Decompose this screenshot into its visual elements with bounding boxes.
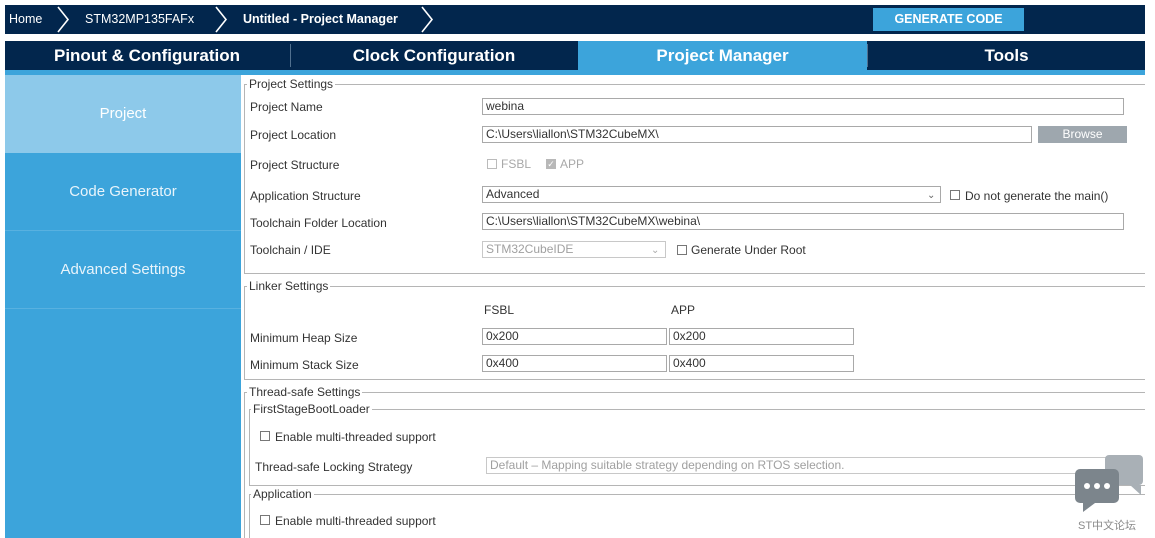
group-border [244,273,1145,274]
sidebar-divider [5,308,241,309]
group-border [244,392,1145,393]
chevron-down-icon: ⌄ [651,245,660,256]
application-structure-select[interactable]: Advanced ⌄ [482,186,941,203]
project-location-input[interactable]: C:\Users\liallon\STM32CubeMX\ [482,126,1032,143]
group-border [244,392,245,538]
chevron-right-icon [421,6,434,33]
min-stack-fsbl-input[interactable]: 0x400 [482,355,667,372]
group-border [244,84,1145,85]
sidebar-item-code-generator[interactable]: Code Generator [5,153,241,230]
project-location-label: Project Location [250,128,337,142]
toolchain-ide-select[interactable]: STM32CubeIDE ⌄ [482,241,666,258]
breadcrumb: Home STM32MP135FAFx Untitled - Project M… [5,5,1145,34]
group-border [244,84,245,274]
do-not-generate-main-label: Do not generate the main() [965,189,1109,203]
group-border [244,286,1145,287]
group-border [249,409,1145,410]
chevron-right-icon [57,6,70,33]
toolchain-ide-value: STM32CubeIDE [486,242,574,256]
generate-under-root-checkbox[interactable] [677,245,687,255]
toolchain-folder-label: Toolchain Folder Location [250,216,387,230]
linker-col-app: APP [671,303,696,317]
project-name-label: Project Name [250,100,323,114]
main-tabs: Pinout & Configuration Clock Configurati… [5,41,1145,70]
min-heap-fsbl-input[interactable]: 0x200 [482,328,667,345]
group-border [249,485,1145,486]
min-heap-app-input[interactable]: 0x200 [669,328,854,345]
project-structure-label: Project Structure [250,158,340,172]
group-border [244,379,1145,380]
locking-strategy-select[interactable]: Default – Mapping suitable strategy depe… [486,457,1128,474]
group-border [244,286,245,380]
fsbl-legend: FirstStageBootLoader [251,402,372,416]
toolchain-folder-input[interactable]: C:\Users\liallon\STM32CubeMX\webina\ [482,213,1124,230]
breadcrumb-home[interactable]: Home [9,5,42,34]
tab-project-manager[interactable]: Project Manager [578,41,867,70]
min-stack-app-input[interactable]: 0x400 [669,355,854,372]
linker-settings-legend: Linker Settings [247,279,331,293]
fsbl-multithread-checkbox[interactable] [260,431,270,441]
project-settings-legend: Project Settings [247,77,336,91]
tab-tools[interactable]: Tools [868,41,1145,70]
application-legend: Application [251,487,314,501]
locking-strategy-label: Thread-safe Locking Strategy [255,460,413,474]
generate-code-button[interactable]: GENERATE CODE [873,8,1024,31]
tab-clock-configuration[interactable]: Clock Configuration [291,41,577,70]
application-structure-value: Advanced [486,187,540,201]
min-stack-label: Minimum Stack Size [250,358,359,372]
fsbl-multithread-label: Enable multi-threaded support [275,430,436,444]
fsbl-checkbox-label: FSBL [501,157,532,171]
sidebar: Project Code Generator Advanced Settings [5,75,241,538]
sidebar-item-advanced-settings[interactable]: Advanced Settings [5,231,241,308]
app-multithread-checkbox[interactable] [260,515,270,525]
group-border [249,409,250,486]
toolchain-ide-label: Toolchain / IDE [250,243,331,257]
app-checkbox[interactable]: ✓ [546,159,556,169]
app-checkbox-label: APP [560,157,585,171]
group-border [249,494,1145,495]
generate-under-root-label: Generate Under Root [691,243,806,257]
group-border [249,494,250,538]
min-heap-label: Minimum Heap Size [250,331,358,345]
watermark-text: ST中文论坛 [1078,520,1137,532]
sidebar-item-project[interactable]: Project [5,75,241,153]
application-structure-label: Application Structure [250,189,361,203]
project-name-input[interactable]: webina [482,98,1124,115]
breadcrumb-project[interactable]: Untitled - Project Manager [243,5,398,34]
thread-safe-legend: Thread-safe Settings [247,385,363,399]
chevron-right-icon [215,6,228,33]
chevron-down-icon: ⌄ [927,190,936,201]
browse-button[interactable]: Browse [1038,126,1127,143]
fsbl-checkbox[interactable] [487,159,497,169]
tab-pinout-configuration[interactable]: Pinout & Configuration [5,41,289,70]
chat-bubble-icon [1075,455,1143,512]
breadcrumb-device[interactable]: STM32MP135FAFx [85,5,194,34]
locking-strategy-value: Default – Mapping suitable strategy depe… [490,458,845,472]
do-not-generate-main-checkbox[interactable] [950,190,960,200]
linker-col-fsbl: FSBL [484,303,515,317]
app-multithread-label: Enable multi-threaded support [275,514,436,528]
